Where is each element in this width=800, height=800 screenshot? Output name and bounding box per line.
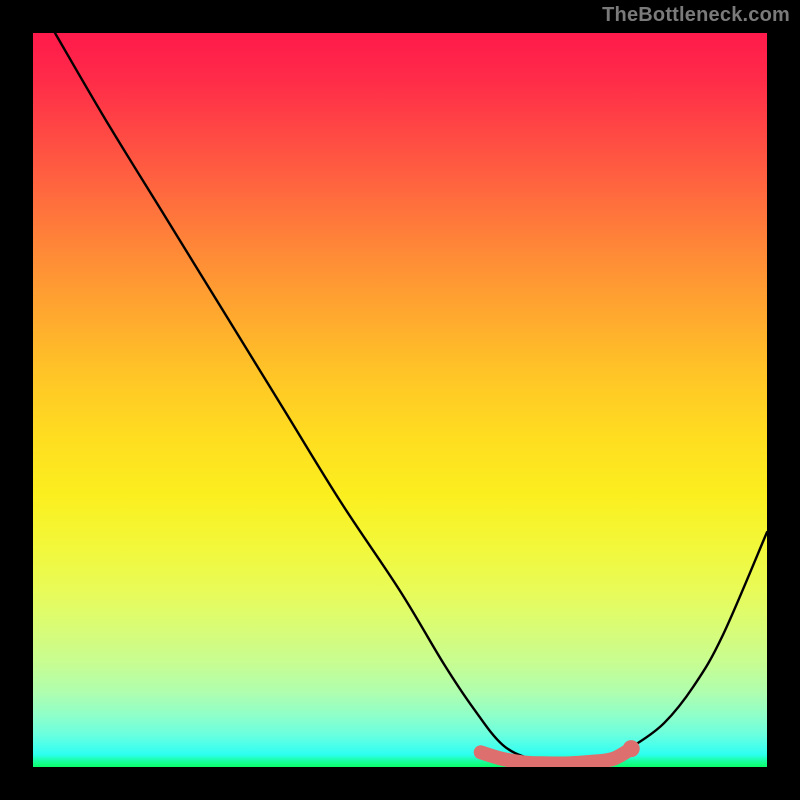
plot-area: [33, 33, 767, 767]
optimal-end-dot: [623, 740, 640, 757]
optimal-range-highlight: [481, 749, 631, 764]
curve-layer: [33, 33, 767, 767]
chart-frame: TheBottleneck.com: [0, 0, 800, 800]
bottleneck-curve: [55, 33, 767, 764]
attribution-label: TheBottleneck.com: [602, 4, 790, 27]
